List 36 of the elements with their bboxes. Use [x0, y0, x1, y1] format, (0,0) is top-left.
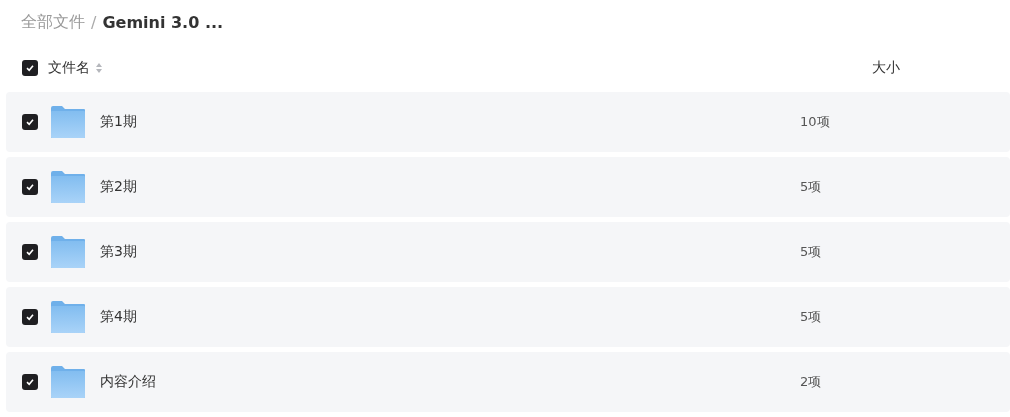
folder-icon — [50, 300, 86, 334]
folder-name: 第3期 — [100, 243, 138, 261]
checkbox[interactable] — [22, 309, 38, 325]
breadcrumb-separator: / — [91, 12, 97, 32]
check-icon — [25, 377, 35, 387]
column-header[interactable]: 大小 — [872, 59, 1010, 77]
folder-name: 第1期 — [100, 113, 138, 131]
check-icon — [25, 312, 35, 322]
checkbox[interactable] — [22, 114, 38, 130]
file-row[interactable]: 第2期 5项 — [6, 157, 1010, 217]
file-row[interactable]: 第3期 5项 — [6, 222, 1010, 282]
checkbox[interactable] — [22, 244, 38, 260]
check-icon — [25, 247, 35, 257]
folder-name: 第2期 — [100, 178, 138, 196]
checkbox[interactable] — [22, 60, 38, 76]
file-row[interactable]: 内容介绍 2项 — [6, 352, 1010, 412]
folder-icon — [50, 365, 86, 399]
item-count: 10项 — [800, 113, 830, 131]
check-icon — [25, 117, 35, 127]
item-count: 5项 — [800, 243, 822, 261]
folder-name: 内容介绍 — [100, 373, 157, 391]
folder-name: 第4期 — [100, 308, 138, 326]
column-header[interactable]: 文件名 — [48, 59, 90, 77]
check-icon — [25, 63, 35, 73]
item-count: 5项 — [800, 308, 822, 326]
folder-icon — [50, 105, 86, 139]
item-count: 2项 — [800, 373, 822, 391]
folder-icon — [50, 235, 86, 269]
checkbox[interactable] — [22, 179, 38, 195]
file-row[interactable]: 第4期 5项 — [6, 287, 1010, 347]
folder-icon — [50, 170, 86, 204]
current-folder: Gemini 3.0 ... — [102, 12, 224, 32]
checkbox[interactable] — [22, 374, 38, 390]
file-row[interactable]: 第1期 10项 — [6, 92, 1010, 152]
check-icon — [25, 182, 35, 192]
item-count: 5项 — [800, 178, 822, 196]
